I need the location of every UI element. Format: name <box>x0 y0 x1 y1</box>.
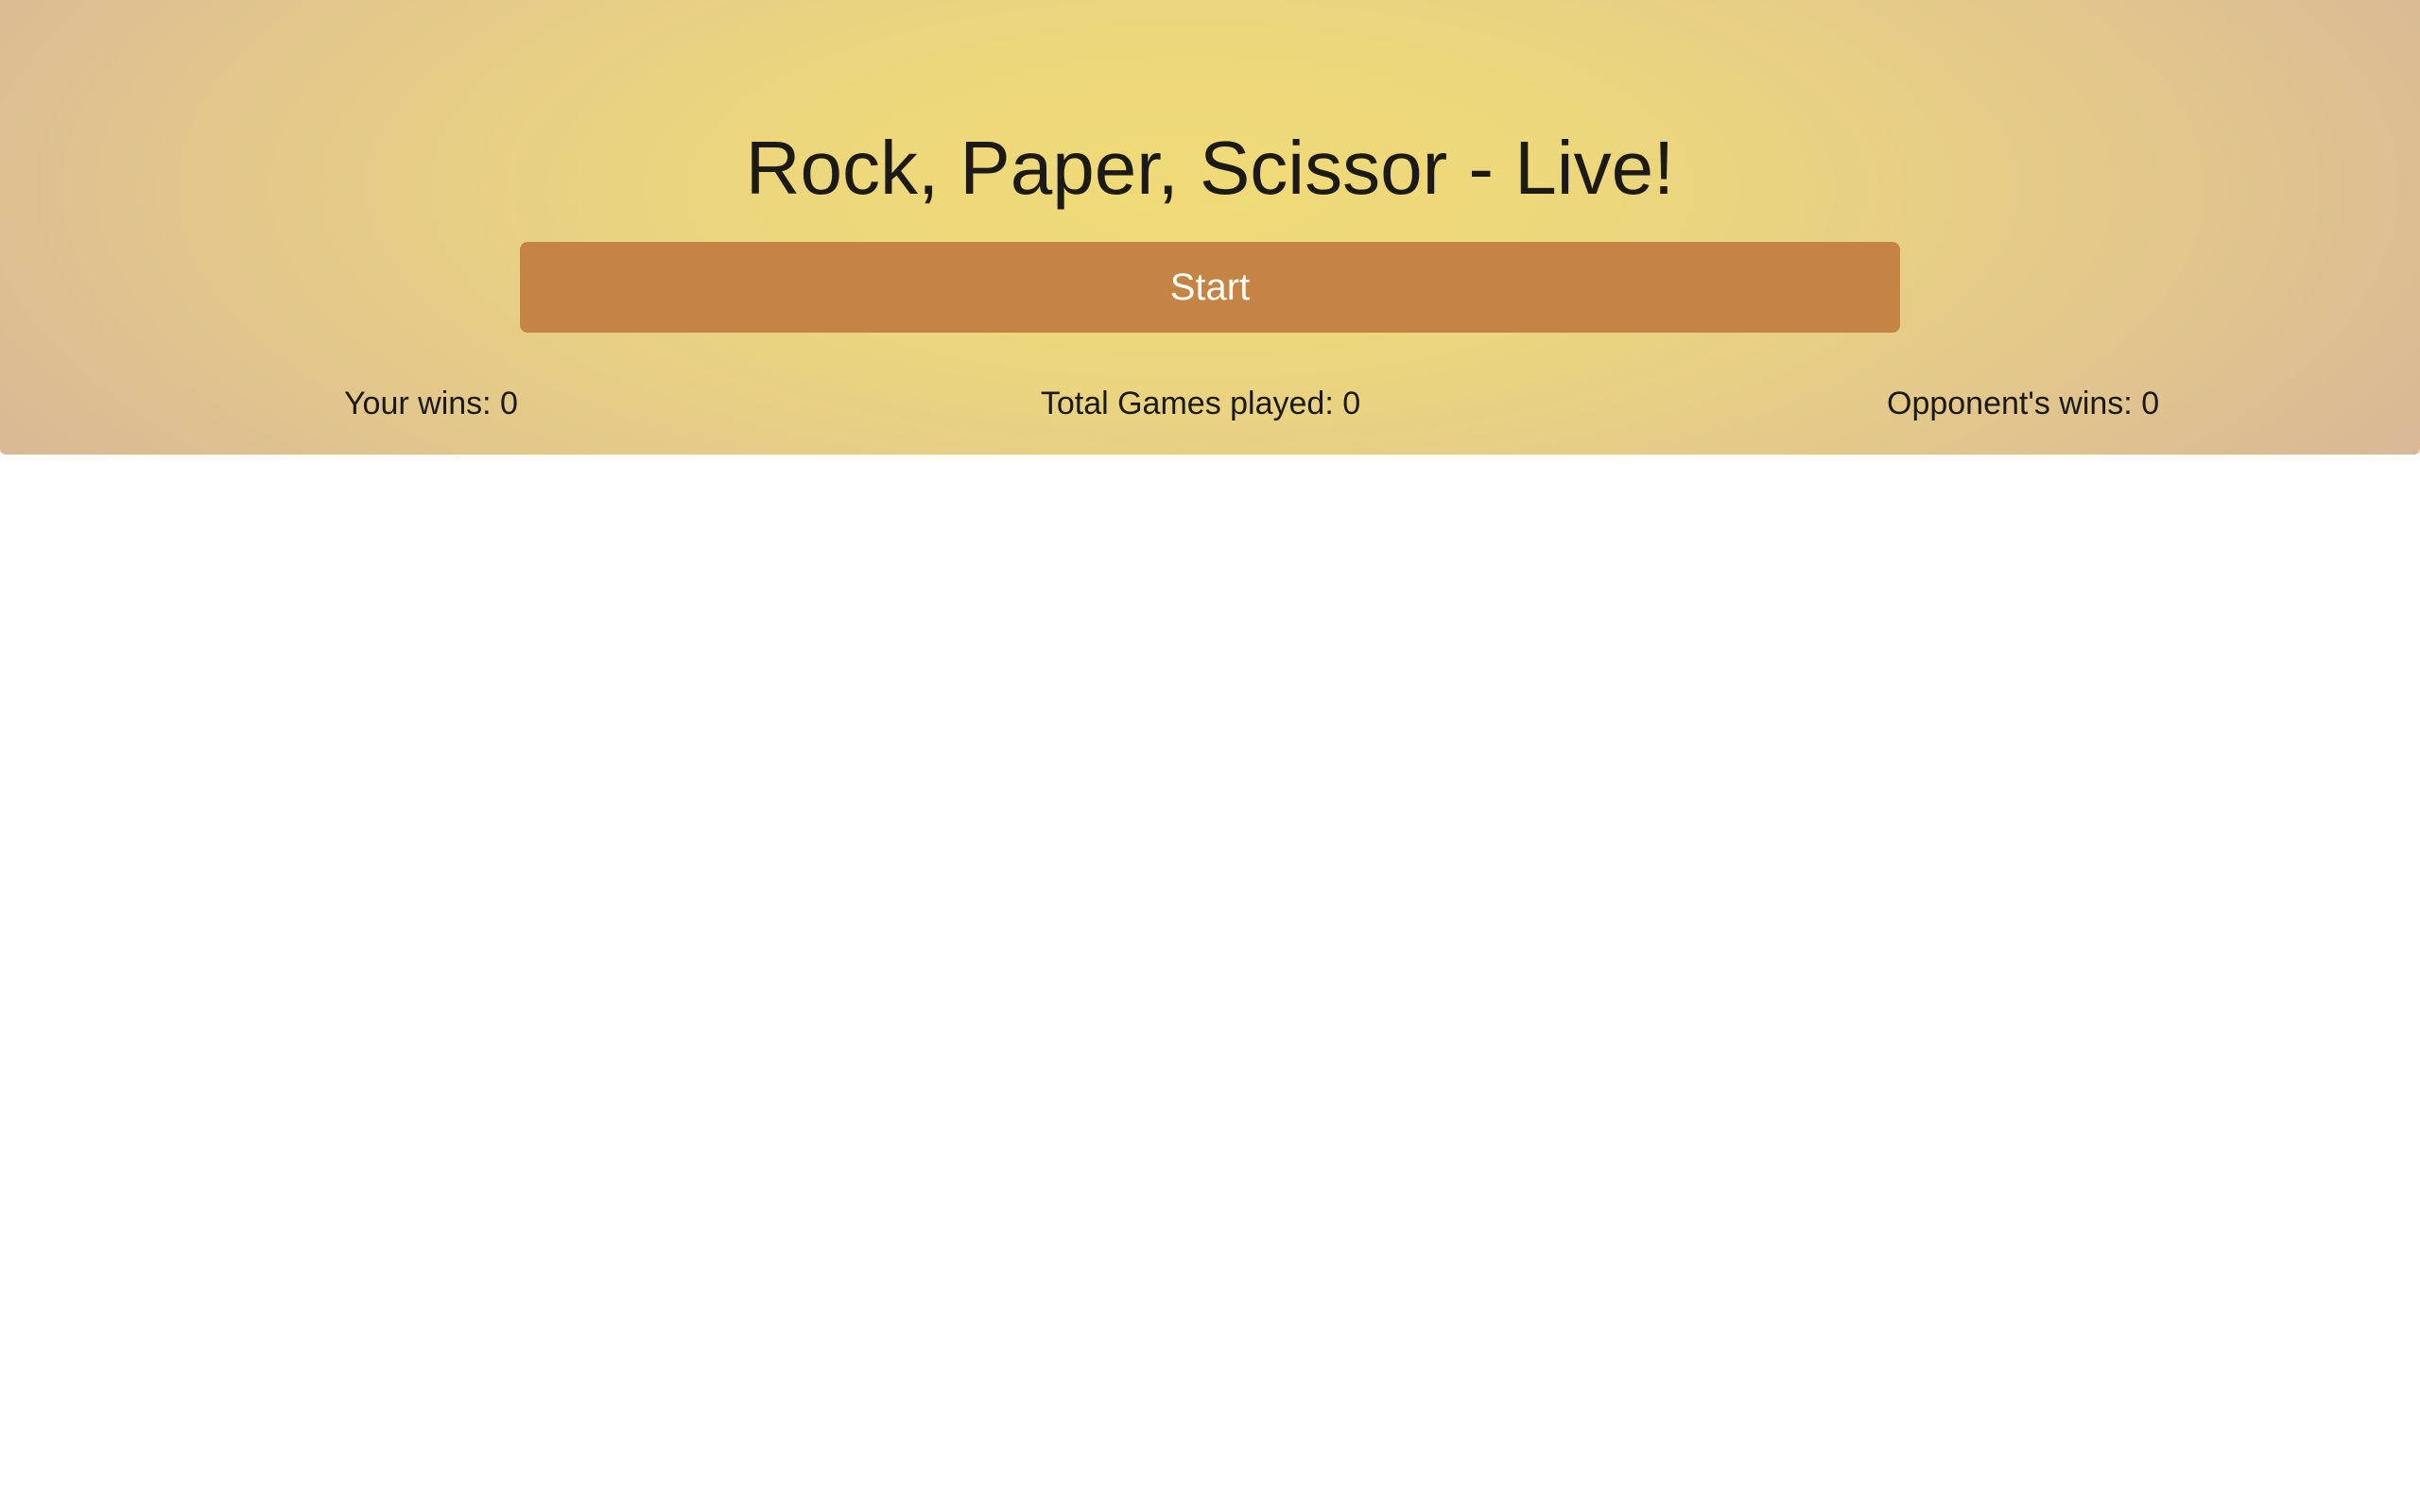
game-header: Rock, Paper, Scissor - Live! Start Your … <box>0 0 2420 455</box>
opponent-wins-counter: Opponent's wins: 0 <box>1887 386 2160 421</box>
start-button[interactable]: Start <box>520 242 1900 333</box>
page-title: Rock, Paper, Scissor - Live! <box>745 126 1675 210</box>
